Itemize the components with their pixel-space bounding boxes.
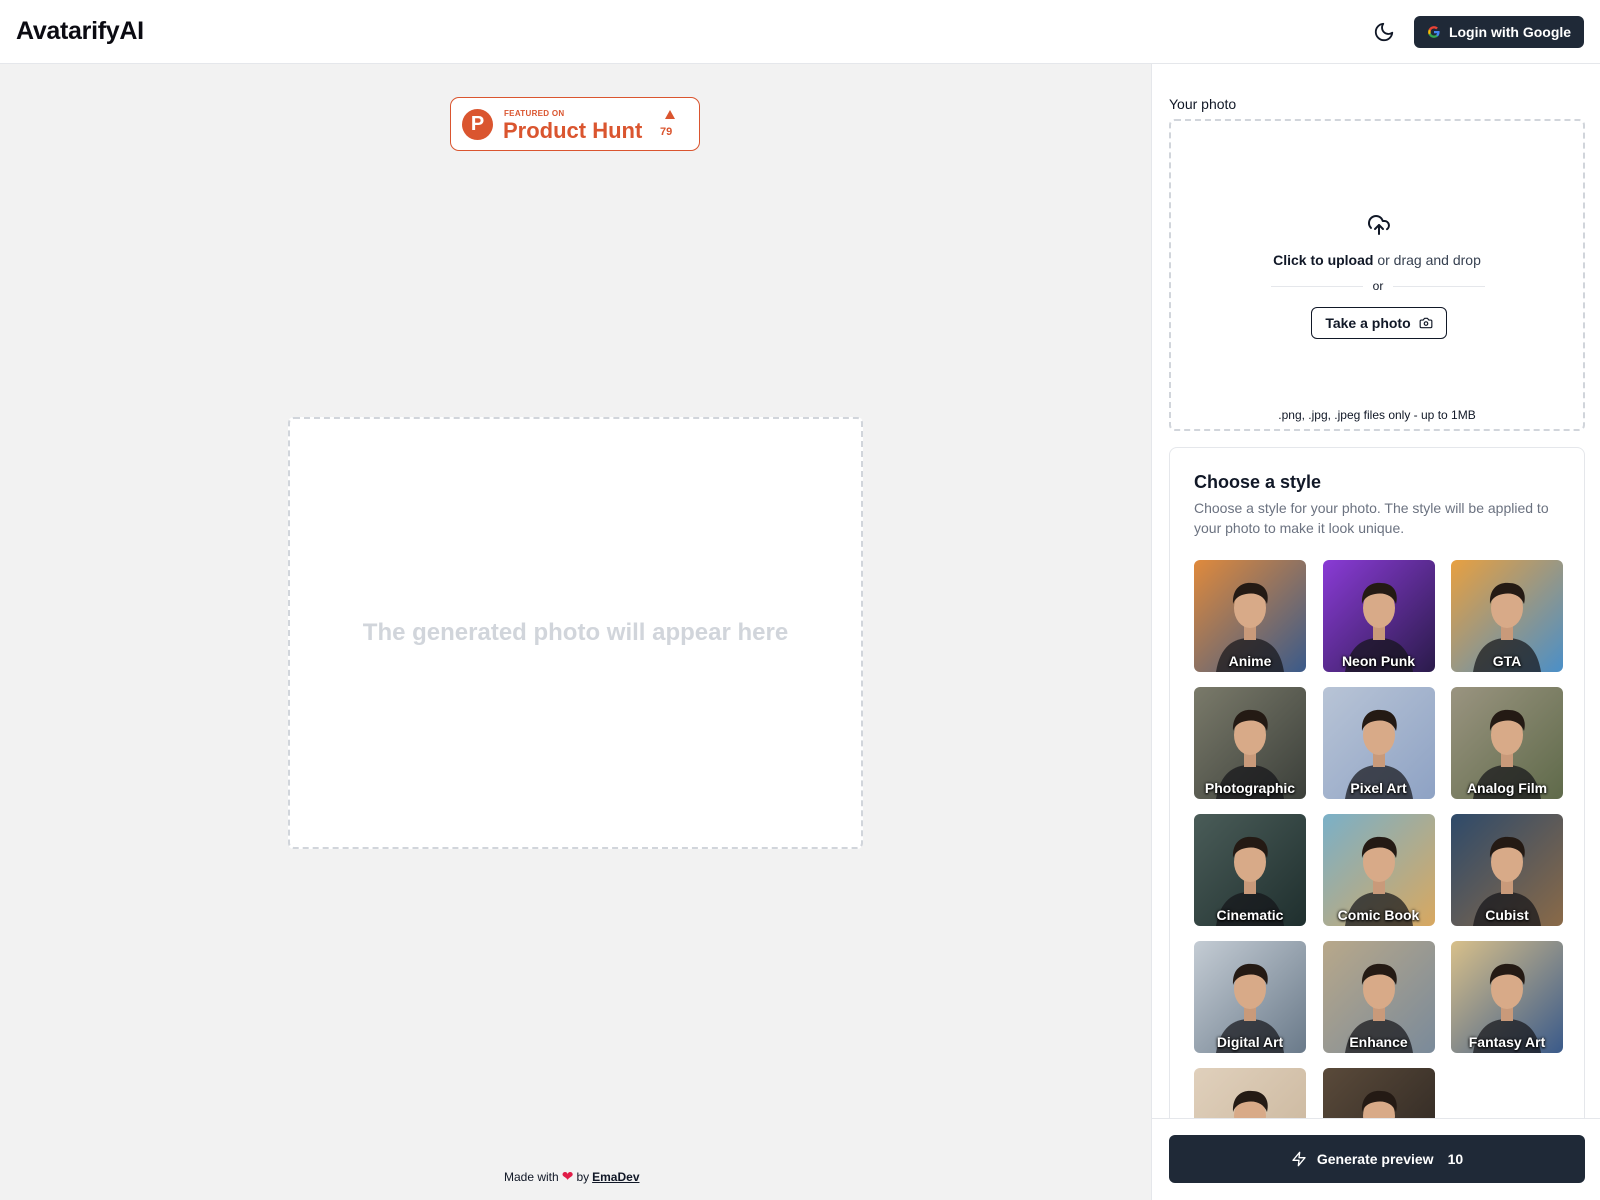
login-label: Login with Google	[1448, 24, 1572, 40]
style-tile-label: Neon Punk	[1341, 653, 1416, 669]
style-tile[interactable]: Photographic	[1194, 687, 1306, 799]
style-tile[interactable]: Digital Art	[1194, 941, 1306, 1053]
generate-bar: Generate preview 10	[1152, 1118, 1600, 1200]
click-to-upload-text[interactable]: Click to upload	[1273, 252, 1373, 268]
login-with-google-button[interactable]: Login with Google	[1414, 16, 1584, 48]
style-tile[interactable]: Pixel Art	[1322, 687, 1435, 799]
right-panel: Your photo Click to upload or drag and d…	[1151, 64, 1600, 1200]
style-tile-label: Cinematic	[1216, 907, 1284, 923]
take-photo-button[interactable]: Take a photo	[1311, 307, 1447, 339]
theme-toggle-button[interactable]	[1370, 18, 1398, 46]
style-tile-label: Comic Book	[1337, 907, 1420, 923]
ph-featured-label: FEATURED ON	[504, 109, 565, 118]
google-icon	[1428, 26, 1440, 38]
preview-placeholder-text: The generated photo will appear here	[362, 619, 789, 646]
style-tile-label: Cubist	[1485, 907, 1529, 923]
generate-credit-count: 10	[1447, 1151, 1464, 1167]
generated-photo-placeholder: The generated photo will appear here	[288, 417, 863, 849]
style-tile[interactable]: Cubist	[1451, 814, 1563, 926]
moon-icon	[1374, 22, 1394, 42]
style-tile[interactable]: Fantasy Art	[1451, 941, 1563, 1053]
style-tile-label: Fantasy Art	[1468, 1034, 1546, 1050]
style-tile-label: Pixel Art	[1350, 780, 1407, 796]
product-hunt-badge[interactable]: P FEATURED ON Product Hunt 79	[450, 97, 700, 151]
style-tile-label: GTA	[1492, 653, 1522, 669]
style-title: Choose a style	[1194, 472, 1322, 492]
footer-made-with: Made with	[504, 1169, 559, 1184]
top-header: AvatarifyAI Login with Google	[0, 0, 1600, 64]
style-tile[interactable]: Enhance	[1322, 941, 1435, 1053]
or-divider: or	[1271, 279, 1486, 293]
style-tile[interactable]: Cinematic	[1194, 814, 1306, 926]
style-tile-label: Enhance	[1349, 1034, 1408, 1050]
drag-drop-text: or drag and drop	[1377, 252, 1481, 268]
style-tile[interactable]: GTA	[1451, 560, 1563, 672]
style-tile-label: Analog Film	[1466, 780, 1548, 796]
style-tile-label: Digital Art	[1216, 1034, 1284, 1050]
photo-upload-dropzone[interactable]: Click to upload or drag and drop or Take…	[1169, 119, 1585, 431]
lightning-icon	[1292, 1151, 1306, 1167]
upload-instructions: Click to upload or drag and drop	[1171, 252, 1583, 268]
take-photo-label: Take a photo	[1325, 315, 1411, 331]
style-chooser-card: Choose a style Choose a style for your p…	[1169, 447, 1585, 1167]
style-description: Choose a style for your photo. The style…	[1194, 500, 1549, 536]
heart-icon: ❤	[561, 1168, 574, 1184]
ph-title: Product Hunt	[503, 118, 643, 143]
file-type-hint: .png, .jpg, .jpeg files only - up to 1MB	[1278, 408, 1476, 422]
camera-icon	[1419, 317, 1433, 329]
footer: Made with ❤ by EmaDev	[504, 1168, 640, 1185]
product-hunt-logo-icon: P	[462, 109, 493, 140]
style-tile[interactable]: Neon Punk	[1322, 560, 1435, 672]
generate-label: Generate preview	[1316, 1151, 1434, 1167]
style-tile-label: Anime	[1228, 653, 1272, 669]
your-photo-label: Your photo	[1169, 96, 1237, 112]
style-tile-label: Photographic	[1204, 780, 1296, 796]
style-tile[interactable]: Analog Film	[1451, 687, 1563, 799]
app-logo[interactable]: AvatarifyAI	[16, 17, 144, 46]
style-tile[interactable]: Anime	[1194, 560, 1306, 672]
or-text: or	[1372, 279, 1384, 293]
upvote-arrow-icon	[665, 110, 675, 119]
footer-by: by	[576, 1169, 590, 1184]
cloud-upload-icon	[1368, 215, 1390, 235]
author-link[interactable]: EmaDev	[592, 1170, 639, 1184]
generate-preview-button[interactable]: Generate preview 10	[1169, 1135, 1585, 1183]
style-tile[interactable]: Comic Book	[1322, 814, 1435, 926]
ph-upvote-count: 79	[660, 126, 673, 138]
